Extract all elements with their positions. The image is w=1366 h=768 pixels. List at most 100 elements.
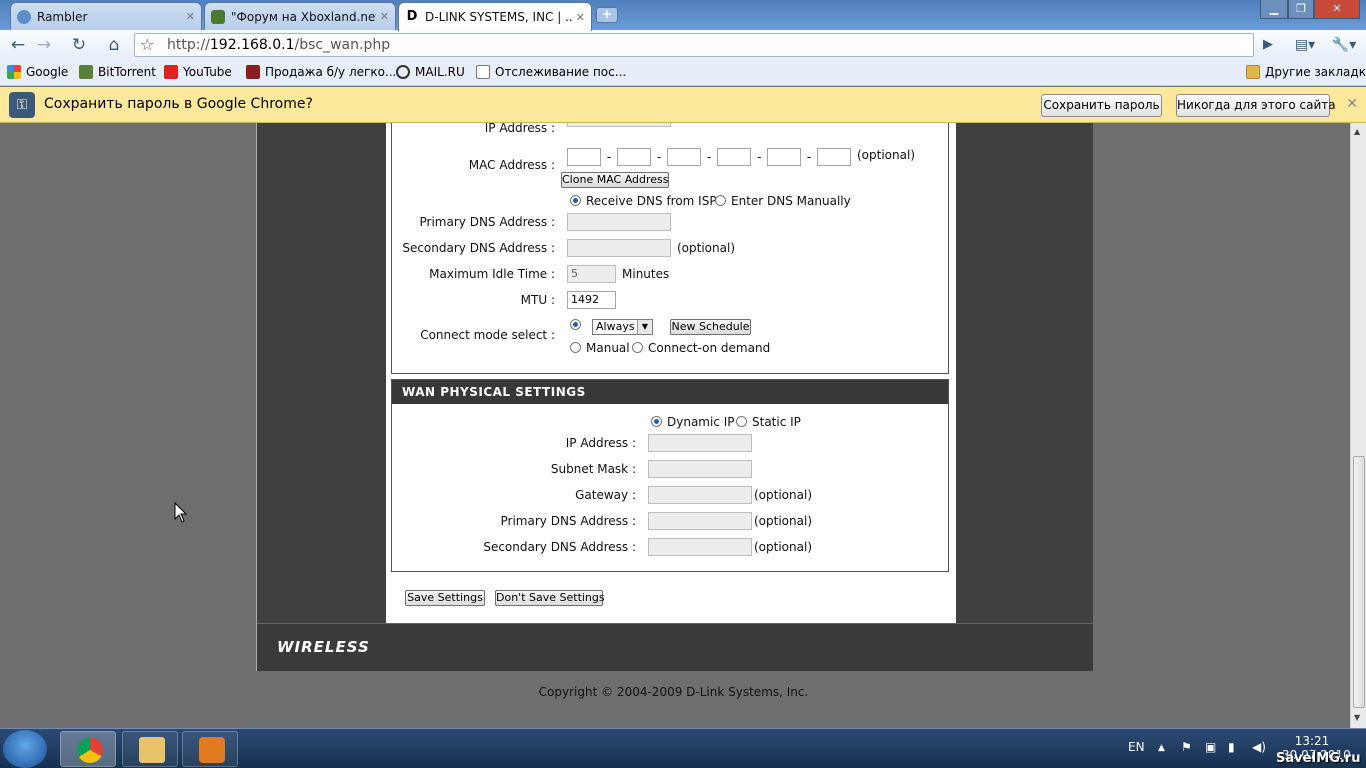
action-center-icon[interactable]: ⚑ bbox=[1181, 740, 1192, 754]
wrench-icon[interactable]: 🔧▾ bbox=[1328, 33, 1360, 57]
idle-time-field[interactable]: 5 bbox=[567, 265, 616, 283]
key-icon: ⚿ bbox=[9, 92, 35, 118]
primary-dns-field[interactable] bbox=[567, 213, 671, 231]
scrollbar-thumb[interactable] bbox=[1353, 456, 1365, 708]
scroll-down-icon[interactable]: ▼ bbox=[1354, 713, 1360, 722]
start-button[interactable] bbox=[3, 730, 47, 768]
mac-separator: - bbox=[757, 150, 762, 164]
other-bookmarks[interactable]: Другие закладки bbox=[1246, 65, 1366, 79]
watermark: SaveIMG.ru bbox=[1276, 751, 1361, 766]
chevron-down-icon: ▼ bbox=[637, 320, 652, 334]
new-tab-button[interactable]: + bbox=[596, 7, 618, 23]
dynamic-ip-radio[interactable] bbox=[651, 416, 662, 427]
manual-radio[interactable] bbox=[570, 342, 581, 353]
tab-close-icon[interactable]: ✕ bbox=[380, 10, 389, 23]
never-save-button[interactable]: Никогда для этого сайта bbox=[1176, 94, 1336, 117]
clone-mac-button[interactable]: Clone MAC Address bbox=[561, 172, 669, 188]
screen: Rambler ✕ "Форум на Xboxland.net... ✕ D … bbox=[0, 0, 1366, 768]
left-column bbox=[257, 123, 387, 623]
forward-icon[interactable]: → bbox=[32, 33, 56, 57]
on-demand-radio[interactable] bbox=[632, 342, 643, 353]
maximize-button[interactable]: ❐ bbox=[1288, 0, 1314, 19]
mtu-field[interactable]: 1492 bbox=[567, 291, 616, 309]
go-icon[interactable]: ▶ bbox=[1256, 33, 1280, 57]
mac-field-2[interactable] bbox=[617, 148, 651, 166]
window-close-button[interactable]: ✕ bbox=[1314, 0, 1360, 19]
taskbar-chrome[interactable] bbox=[60, 731, 116, 767]
wan-primary-dns-field[interactable] bbox=[648, 512, 752, 530]
bookmark-bittorrent[interactable]: BitTorrent bbox=[79, 65, 156, 79]
mac-field-1[interactable] bbox=[567, 148, 601, 166]
idle-time-label: Maximum Idle Time : bbox=[429, 267, 555, 281]
language-indicator[interactable]: EN bbox=[1128, 740, 1145, 754]
ip-address-field[interactable] bbox=[567, 123, 671, 127]
schedule-select[interactable]: Always ▼ bbox=[592, 319, 653, 335]
gateway-field[interactable] bbox=[648, 486, 752, 504]
secondary-dns-field[interactable] bbox=[567, 239, 671, 257]
bittorrent-icon bbox=[79, 65, 93, 79]
bookmarks-bar: Google BitTorrent YouTube Продажа б/у ле… bbox=[0, 60, 1366, 86]
tab-title: D-LINK SYSTEMS, INC | ... bbox=[425, 10, 572, 24]
tab-rambler[interactable]: Rambler ✕ bbox=[10, 2, 202, 30]
wan-secondary-dns-field[interactable] bbox=[648, 538, 752, 556]
manual-dns-radio[interactable] bbox=[715, 195, 726, 206]
always-radio[interactable] bbox=[570, 319, 581, 330]
wireless-logo: WIRELESS bbox=[277, 638, 370, 656]
vertical-scrollbar[interactable]: ▲ ▼ bbox=[1350, 123, 1366, 728]
save-password-button[interactable]: Сохранить пароль bbox=[1041, 94, 1162, 117]
device-icon[interactable]: ▣ bbox=[1205, 740, 1216, 754]
mac-separator: - bbox=[807, 150, 812, 164]
tab-close-icon[interactable]: ✕ bbox=[576, 11, 585, 24]
mac-field-5[interactable] bbox=[767, 148, 801, 166]
network-icon[interactable]: ▮ bbox=[1228, 740, 1235, 754]
media-player-icon bbox=[199, 737, 225, 763]
receive-dns-label: Receive DNS from ISP bbox=[586, 194, 717, 208]
mac-field-6[interactable] bbox=[817, 148, 851, 166]
bookmark-avito[interactable]: Продажа б/у легко... bbox=[246, 65, 396, 79]
show-hidden-icons-icon[interactable]: ▲ bbox=[1158, 743, 1165, 753]
dont-save-settings-button[interactable]: Don't Save Settings bbox=[495, 590, 605, 606]
address-bar[interactable]: ☆ http://192.168.0.1/bsc_wan.php bbox=[134, 33, 1254, 57]
back-icon[interactable]: ← bbox=[6, 33, 30, 57]
volume-icon[interactable]: ◀) bbox=[1252, 740, 1266, 754]
tab-dlink[interactable]: D D-LINK SYSTEMS, INC | ... ✕ bbox=[398, 2, 592, 31]
copyright-text: Copyright © 2004-2009 D-Link Systems, In… bbox=[538, 685, 809, 699]
tab-close-icon[interactable]: ✕ bbox=[186, 10, 195, 23]
save-settings-button[interactable]: Save Settings bbox=[405, 590, 485, 606]
minimize-button[interactable]: ▁ bbox=[1260, 0, 1288, 19]
reload-icon[interactable]: ↻ bbox=[67, 33, 91, 57]
page-menu-icon[interactable]: ▤▾ bbox=[1290, 33, 1320, 57]
static-ip-radio[interactable] bbox=[736, 416, 747, 427]
mac-separator: - bbox=[657, 150, 662, 164]
bookmark-google[interactable]: Google bbox=[7, 65, 68, 79]
right-column bbox=[956, 123, 1093, 623]
folder-icon bbox=[1246, 65, 1260, 79]
mac-field-4[interactable] bbox=[717, 148, 751, 166]
home-icon[interactable]: ⌂ bbox=[102, 33, 126, 57]
bookmark-tracking[interactable]: Отслеживание пос... bbox=[476, 65, 626, 79]
ip-address-label: IP Address : bbox=[484, 123, 555, 135]
infobar-close-icon[interactable]: ✕ bbox=[1346, 96, 1358, 112]
bookmark-youtube[interactable]: YouTube bbox=[164, 65, 232, 79]
avito-icon bbox=[246, 65, 260, 79]
wan-secondary-dns-optional: (optional) bbox=[754, 540, 812, 554]
receive-dns-radio[interactable] bbox=[570, 195, 581, 206]
clock-time: 13:21 bbox=[1294, 734, 1330, 748]
bookmark-mailru[interactable]: MAIL.RU bbox=[396, 65, 465, 79]
scroll-up-icon[interactable]: ▲ bbox=[1354, 127, 1360, 136]
wan-ip-field[interactable] bbox=[648, 434, 752, 452]
mac-field-3[interactable] bbox=[667, 148, 701, 166]
idle-time-unit: Minutes bbox=[622, 267, 670, 281]
new-schedule-button[interactable]: New Schedule bbox=[670, 319, 751, 335]
bookmark-star-icon[interactable]: ☆ bbox=[140, 35, 154, 54]
chrome-icon bbox=[77, 737, 103, 763]
tab-xboxland[interactable]: "Форум на Xboxland.net... ✕ bbox=[204, 2, 396, 30]
taskbar-explorer[interactable] bbox=[122, 731, 178, 767]
tab-title: Rambler bbox=[37, 9, 88, 24]
primary-dns-label: Primary DNS Address : bbox=[419, 215, 555, 229]
subnet-mask-field[interactable] bbox=[648, 460, 752, 478]
xboxland-icon bbox=[211, 9, 225, 24]
gateway-label: Gateway : bbox=[575, 488, 636, 502]
page-viewport: IP Address : MAC Address : - - - - - (op… bbox=[0, 123, 1350, 728]
taskbar-media-player[interactable] bbox=[182, 731, 238, 767]
